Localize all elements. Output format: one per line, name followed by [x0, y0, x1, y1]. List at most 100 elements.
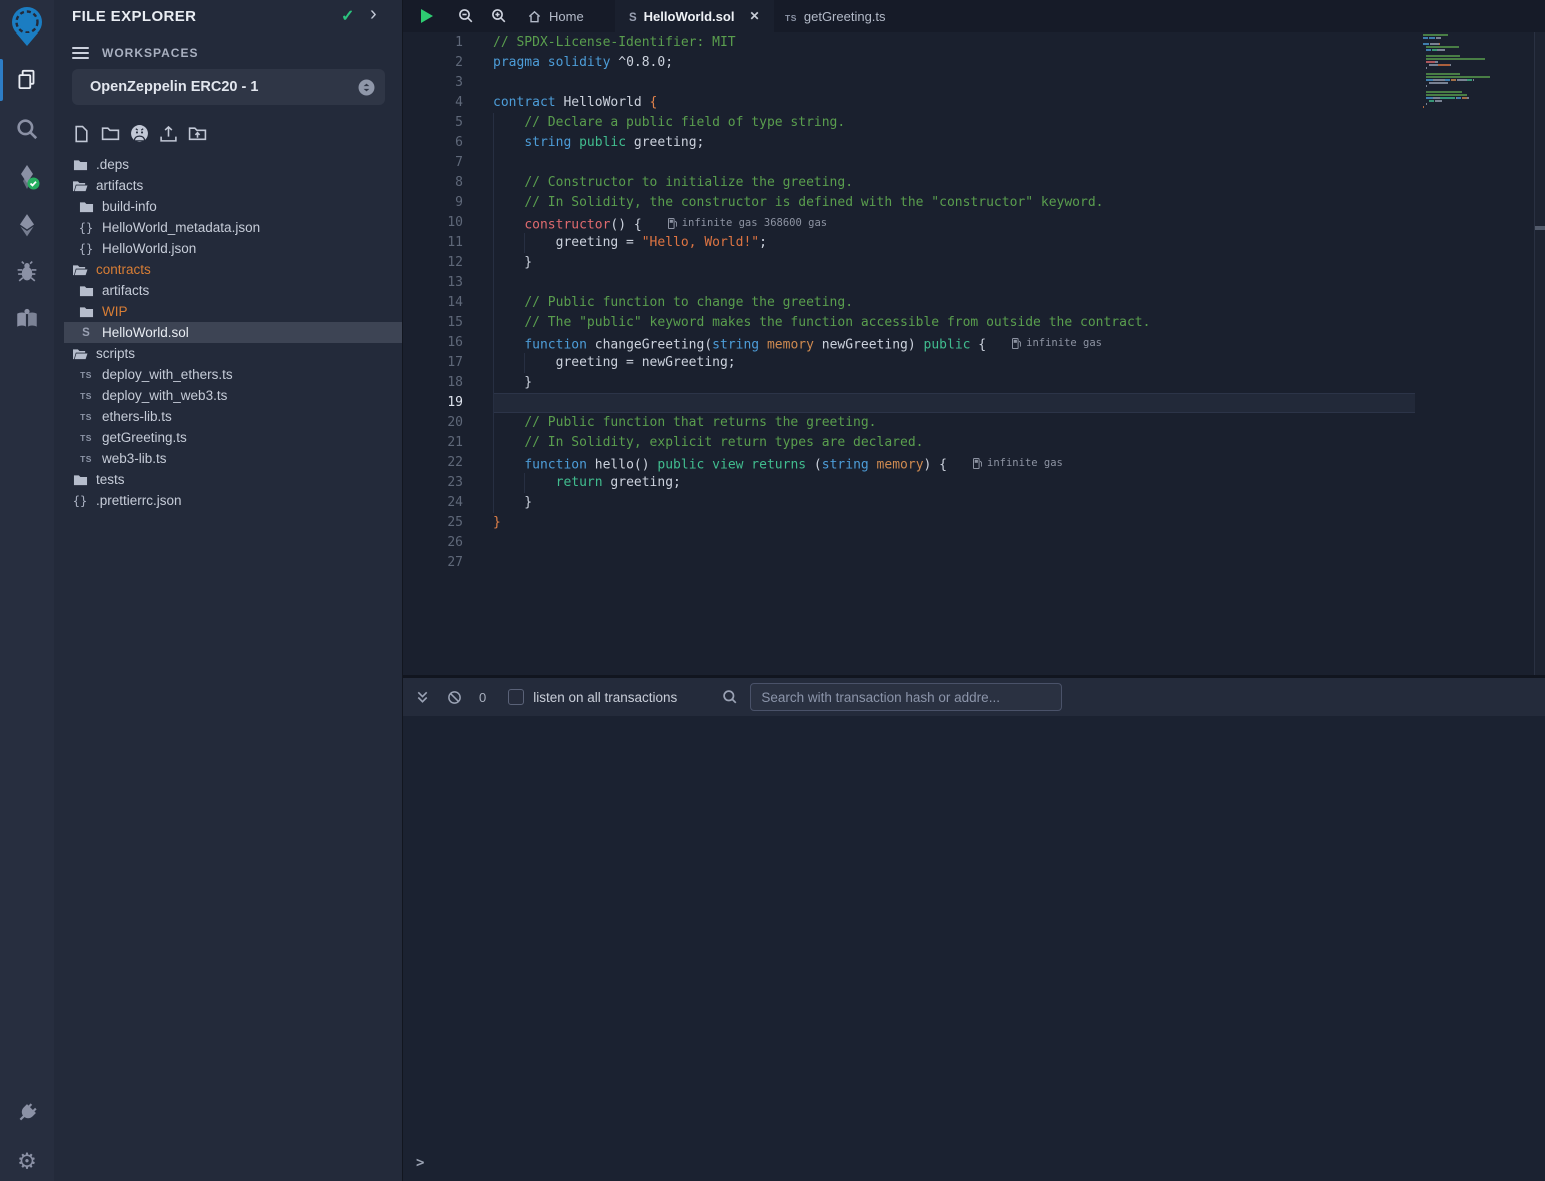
- tree-item-label: .deps: [96, 157, 129, 172]
- settings-icon[interactable]: ⚙: [17, 1150, 37, 1175]
- upload-file-icon[interactable]: [159, 124, 178, 143]
- new-file-icon[interactable]: [72, 124, 91, 143]
- chevron-right-icon[interactable]: ›: [370, 3, 377, 26]
- code-line-8[interactable]: // Constructor to initialize the greetin…: [493, 173, 1415, 193]
- tree-item-HelloWorld.json[interactable]: {}HelloWorld.json: [64, 238, 402, 259]
- code-line-19[interactable]: [493, 393, 1415, 413]
- gas-estimate-widget[interactable]: infinite gas: [973, 453, 1063, 473]
- tree-item-build-info[interactable]: build-info: [64, 196, 402, 217]
- scrollbar-thumb[interactable]: [1535, 226, 1545, 230]
- code-line-21[interactable]: // In Solidity, explicit return types ar…: [493, 433, 1415, 453]
- folder-icon: [72, 473, 88, 487]
- code-line-25[interactable]: }: [493, 513, 1415, 533]
- transaction-count: 0: [479, 690, 486, 705]
- clear-console-icon[interactable]: [447, 690, 462, 705]
- code-line-27[interactable]: [493, 553, 1415, 573]
- gas-estimate-widget[interactable]: infinite gas: [1012, 333, 1102, 353]
- upload-folder-icon[interactable]: [188, 124, 207, 143]
- search-icon[interactable]: [14, 116, 40, 142]
- new-folder-icon[interactable]: [101, 124, 120, 143]
- ts-icon: TS: [78, 433, 94, 443]
- listen-transactions-label[interactable]: listen on all transactions: [533, 690, 677, 705]
- tree-item-getGreeting.ts[interactable]: TS getGreeting.ts: [64, 427, 402, 448]
- json-icon: {}: [72, 494, 88, 508]
- indent-guide: [493, 333, 494, 353]
- indent-guide: [493, 493, 494, 513]
- listen-transactions-checkbox[interactable]: [508, 689, 524, 705]
- tree-item-artifacts[interactable]: artifacts: [64, 175, 402, 196]
- code-line-12[interactable]: }: [493, 253, 1415, 273]
- plugin-manager-icon[interactable]: [15, 1101, 40, 1126]
- github-icon[interactable]: [130, 124, 149, 143]
- workspace-select[interactable]: OpenZeppelin ERC20 - 1: [72, 69, 385, 105]
- tree-item-label: .prettierrc.json: [96, 493, 182, 508]
- tree-item-.prettierrc.json[interactable]: {} .prettierrc.json: [64, 490, 402, 511]
- tree-item-HelloWorld_metadata.json[interactable]: {}HelloWorld_metadata.json: [64, 217, 402, 238]
- tree-item-label: build-info: [102, 199, 157, 214]
- active-plugin-indicator: [0, 59, 3, 101]
- tree-item-artifacts[interactable]: artifacts: [64, 280, 402, 301]
- minimap[interactable]: [1423, 34, 1513, 115]
- close-icon[interactable]: ✕: [749, 9, 759, 23]
- tab-Home[interactable]: Home: [513, 0, 598, 32]
- tree-item-HelloWorld.sol[interactable]: SHelloWorld.sol: [64, 322, 402, 343]
- tree-item-deploy_with_web3.ts[interactable]: TSdeploy_with_web3.ts: [64, 385, 402, 406]
- tree-item-.deps[interactable]: .deps: [64, 154, 402, 175]
- learn-icon[interactable]: [14, 305, 40, 331]
- code-line-16[interactable]: function changeGreeting(string memory ne…: [493, 333, 1415, 353]
- solidity-compiler-icon[interactable]: [13, 163, 41, 191]
- workspaces-row: WORKSPACES: [72, 44, 198, 62]
- code-line-9[interactable]: // In Solidity, the constructor is defin…: [493, 193, 1415, 213]
- code-line-11[interactable]: greeting = "Hello, World!";: [493, 233, 1415, 253]
- terminal-output[interactable]: >: [403, 716, 1545, 1181]
- code-line-20[interactable]: // Public function that returns the gree…: [493, 413, 1415, 433]
- tree-item-label: getGreeting.ts: [102, 430, 187, 445]
- code-line-7[interactable]: [493, 153, 1415, 173]
- gas-estimate-widget[interactable]: infinite gas 368600 gas: [668, 213, 827, 233]
- editor-scrollbar[interactable]: [1534, 32, 1545, 675]
- editor-tabbar: Home SHelloWorld.sol✕TSgetGreeting.ts: [403, 0, 1545, 32]
- tree-item-deploy_with_ethers.ts[interactable]: TSdeploy_with_ethers.ts: [64, 364, 402, 385]
- code-line-3[interactable]: [493, 73, 1415, 93]
- code-line-13[interactable]: [493, 273, 1415, 293]
- code-line-18[interactable]: }: [493, 373, 1415, 393]
- tab-getGreeting.ts[interactable]: TSgetGreeting.ts: [771, 0, 900, 32]
- ts-icon: TS: [78, 391, 94, 401]
- code-line-15[interactable]: // The "public" keyword makes the functi…: [493, 313, 1415, 333]
- code-line-23[interactable]: return greeting;: [493, 473, 1415, 493]
- tree-item-contracts[interactable]: contracts: [64, 259, 402, 280]
- code-line-1[interactable]: // SPDX-License-Identifier: MIT: [493, 33, 1415, 53]
- code-editor[interactable]: 1234567891011121314151617181920212223242…: [403, 32, 1545, 675]
- zoom-in-icon[interactable]: [491, 8, 507, 24]
- debugger-icon[interactable]: [15, 260, 40, 285]
- indent-guide: [493, 153, 494, 173]
- code-line-6[interactable]: string public greeting;: [493, 133, 1415, 153]
- code-line-26[interactable]: [493, 533, 1415, 553]
- indent-guide: [493, 313, 494, 333]
- file-explorer-icon[interactable]: [14, 67, 40, 93]
- code-line-17[interactable]: greeting = newGreeting;: [493, 353, 1415, 373]
- solidity-icon: S: [78, 327, 94, 339]
- tree-item-label: deploy_with_ethers.ts: [102, 367, 233, 382]
- terminal-collapse-icon[interactable]: [415, 690, 430, 705]
- workspace-selected-value: OpenZeppelin ERC20 - 1: [90, 79, 358, 95]
- code-line-4[interactable]: contract HelloWorld {: [493, 93, 1415, 113]
- code-line-10[interactable]: constructor() {infinite gas 368600 gas: [493, 213, 1415, 233]
- tree-item-tests[interactable]: tests: [64, 469, 402, 490]
- workspaces-menu-icon[interactable]: [72, 44, 89, 62]
- deploy-run-icon[interactable]: [14, 212, 40, 238]
- tree-item-scripts[interactable]: scripts: [64, 343, 402, 364]
- code-line-2[interactable]: pragma solidity ^0.8.0;: [493, 53, 1415, 73]
- code-line-5[interactable]: // Declare a public field of type string…: [493, 113, 1415, 133]
- run-script-button[interactable]: [421, 9, 433, 23]
- code-line-24[interactable]: }: [493, 493, 1415, 513]
- indent-guide: [524, 473, 525, 493]
- tree-item-ethers-lib.ts[interactable]: TSethers-lib.ts: [64, 406, 402, 427]
- tab-HelloWorld.sol[interactable]: SHelloWorld.sol✕: [615, 0, 774, 32]
- tree-item-WIP[interactable]: WIP: [64, 301, 402, 322]
- code-line-22[interactable]: function hello() public view returns (st…: [493, 453, 1415, 473]
- code-line-14[interactable]: // Public function to change the greetin…: [493, 293, 1415, 313]
- zoom-out-icon[interactable]: [458, 8, 474, 24]
- transaction-search-input[interactable]: [750, 683, 1062, 711]
- tree-item-web3-lib.ts[interactable]: TSweb3-lib.ts: [64, 448, 402, 469]
